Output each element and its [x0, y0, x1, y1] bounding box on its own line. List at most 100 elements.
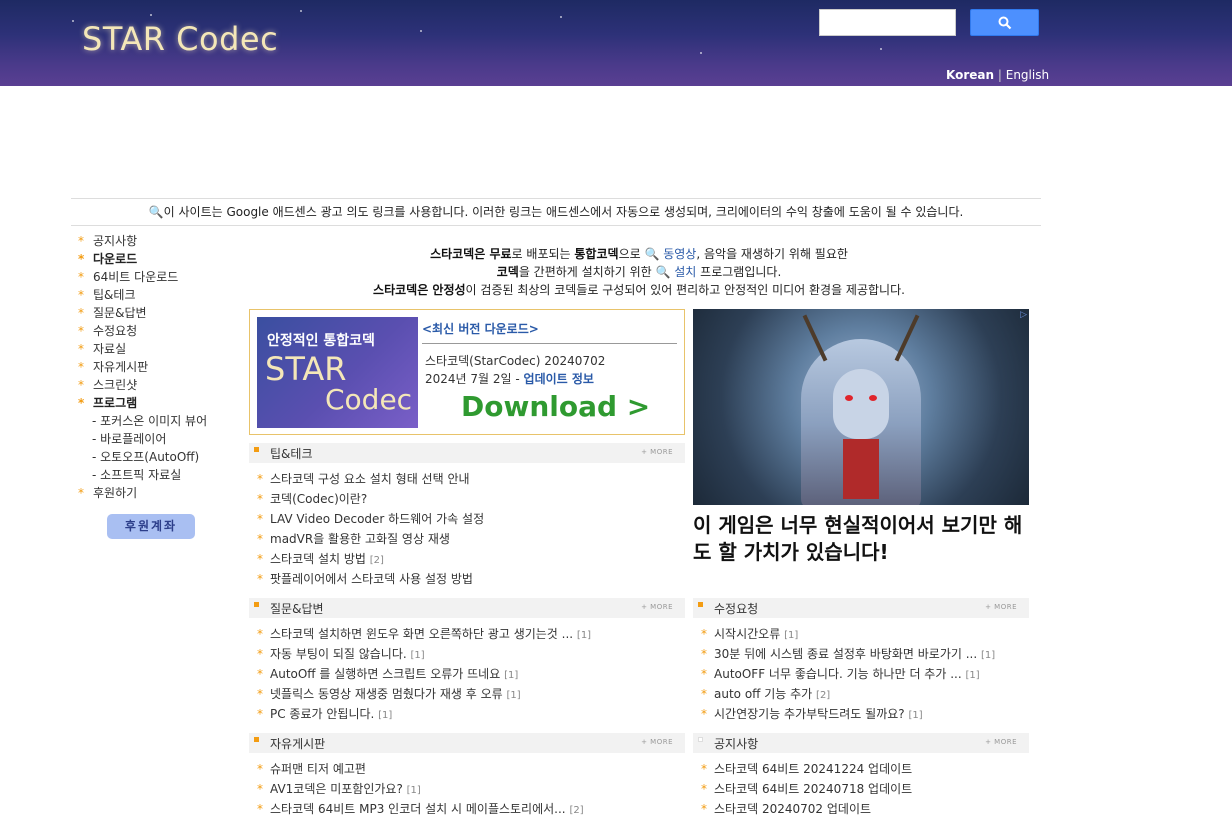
banner-codec: Codec	[325, 383, 413, 416]
lang-korean[interactable]: Korean	[946, 68, 994, 82]
sidebar-item-free-board[interactable]: * 자유게시판	[78, 358, 248, 376]
more-link[interactable]: + MORE	[641, 738, 673, 746]
starcodec-banner[interactable]: 안정적인 통합코덱 STAR Codec	[257, 317, 418, 428]
install-search-link[interactable]: 🔍 설치	[656, 265, 697, 279]
board-requests: 수정요청 + MORE * 시작시간오류 [1] * 30분 뒤에 시스템 종료 설정…	[693, 598, 1029, 724]
sidebar-item-screenshots[interactable]: * 스크린샷	[78, 376, 248, 394]
sidebar-item-label: 공지사항	[93, 234, 138, 248]
list-item[interactable]: * 넷플릭스 동영상 재생중 멈췄다가 재생 후 오류 [1]	[249, 684, 685, 704]
update-info-link[interactable]: 업데이트 정보	[524, 372, 594, 386]
list-item[interactable]: * 스타코덱 64비트 20240718 업데이트	[693, 779, 1029, 799]
list-item[interactable]: * AV1코덱은 미포함인가요? [1]	[249, 779, 685, 799]
post-title: 슈퍼맨 티저 예고편	[270, 762, 366, 776]
video-search-link[interactable]: 🔍 동영상	[644, 247, 696, 261]
list-item[interactable]: * 코덱(Codec)이란?	[249, 489, 685, 509]
board-title[interactable]: 질문&답변	[270, 600, 324, 617]
sidebar-item-download[interactable]: * 다운로드	[78, 250, 248, 268]
list-item[interactable]: * 시간연장기능 추가부탁드려도 될까요? [1]	[693, 704, 1029, 724]
list-item[interactable]: * 스타코덱 설치 방법 [2]	[249, 549, 685, 569]
intro-text: 스타코덱은 무료로 배포되는 통합코덱으로 🔍 동영상, 음악을 재생하기 위해…	[249, 245, 1029, 299]
sidebar-item-donate[interactable]: * 후원하기	[78, 484, 248, 502]
board-title[interactable]: 자유게시판	[270, 735, 325, 752]
list-item[interactable]: * 스타코덱 구성 요소 설치 형태 선택 안내	[249, 469, 685, 489]
sidebar-subitem-baroplayer[interactable]: - 바로플레이어	[78, 430, 248, 448]
bullet-icon: *	[257, 782, 263, 796]
list-item[interactable]: * AutoOff 를 실행하면 스크립트 오류가 뜨네요 [1]	[249, 664, 685, 684]
list-item[interactable]: * LAV Video Decoder 하드웨어 가속 설정	[249, 509, 685, 529]
bullet-icon: *	[78, 342, 84, 356]
list-item[interactable]: * 스타코덱 64비트 MP3 인코더 설치 시 메이플스토리에서... [2]	[249, 799, 685, 819]
more-link[interactable]: + MORE	[985, 603, 1017, 611]
board-header: 수정요청 + MORE	[693, 598, 1029, 618]
list-item[interactable]: * 스타코덱 20240702 업데이트	[693, 799, 1029, 819]
sidebar-item-label: 수정요청	[93, 324, 138, 338]
sidebar-subitem-autooff[interactable]: - 오토오프(AutoOff)	[78, 448, 248, 466]
sidebar-subitem-softpick[interactable]: - 소프트픽 자료실	[78, 466, 248, 484]
post-title: auto off 기능 추가	[714, 687, 817, 701]
ad-antler	[894, 314, 920, 362]
search-button[interactable]	[970, 9, 1039, 36]
sidebar-item-archive[interactable]: * 자료실	[78, 340, 248, 358]
bullet-icon: *	[257, 667, 263, 681]
download-button[interactable]: Download >	[461, 390, 650, 423]
post-title: PC 종료가 안됩니다.	[270, 707, 379, 721]
bullet-icon: *	[257, 572, 263, 586]
more-link[interactable]: + MORE	[641, 448, 673, 456]
sidebar-item-requests[interactable]: * 수정요청	[78, 322, 248, 340]
site-logo[interactable]: STAR Codec	[82, 20, 278, 58]
board-header: 자유게시판 + MORE	[249, 733, 685, 753]
list-item[interactable]: * AutoOFF 너무 좋습니다. 기능 하나만 더 추가 ... [1]	[693, 664, 1029, 684]
list-item[interactable]: * 스타코덱 64비트 20241224 업데이트	[693, 759, 1029, 779]
comment-count: [1]	[410, 650, 425, 661]
adsense-notice: 🔍이 사이트는 Google 애드센스 광고 의도 링크를 사용합니다. 이러한…	[71, 198, 1041, 226]
sidebar-item-notice[interactable]: * 공지사항	[78, 232, 248, 250]
post-title: 스타코덱 20240702 업데이트	[714, 802, 872, 816]
board-title[interactable]: 공지사항	[714, 735, 758, 752]
ad-headline[interactable]: 이 게임은 너무 현실적이어서 보기만 해도 할 가치가 있습니다!	[693, 512, 1033, 566]
lang-english[interactable]: English	[1006, 68, 1049, 82]
comment-count: [1]	[576, 630, 592, 641]
sidebar-subitem-focuson[interactable]: - 포커스온 이미지 뷰어	[78, 412, 248, 430]
bullet-icon: *	[701, 627, 707, 641]
more-link[interactable]: + MORE	[641, 603, 673, 611]
list-item[interactable]: * 자동 부팅이 되질 않습니다. [1]	[249, 644, 685, 664]
sidebar-item-label: 프로그램	[93, 396, 138, 410]
bullet-icon: *	[78, 306, 84, 320]
latest-version-link[interactable]: <최신 버전 다운로드>	[422, 320, 539, 337]
comment-count: [1]	[784, 630, 799, 641]
list-item[interactable]: * 팟플레이어에서 스타코덱 사용 설정 방법	[249, 569, 685, 589]
list-item[interactable]: * 슈퍼맨 티저 예고편	[249, 759, 685, 779]
board-title[interactable]: 팁&테크	[270, 445, 312, 462]
board-qa: 질문&답변 + MORE * 스타코덱 설치하면 윈도우 화면 오른쪽하단 광고 생…	[249, 598, 685, 724]
search-input[interactable]	[819, 9, 956, 36]
sidebar-item-64bit-download[interactable]: * 64비트 다운로드	[78, 268, 248, 286]
sidebar-item-qa[interactable]: * 질문&답변	[78, 304, 248, 322]
bullet-icon: *	[701, 687, 707, 701]
divider	[422, 343, 677, 344]
sidebar-item-programs[interactable]: * 프로그램	[78, 394, 248, 412]
ad-choices-icon[interactable]: ▷	[1020, 310, 1027, 320]
sidebar-item-tips[interactable]: * 팁&테크	[78, 286, 248, 304]
list-item[interactable]: * madVR을 활용한 고화질 영상 재생	[249, 529, 685, 549]
bullet-icon: *	[78, 324, 84, 338]
bullet-icon: *	[78, 288, 84, 302]
square-bullet-icon	[254, 602, 259, 607]
intro-text-part: 이 검증된 최상의 코덱들로 구성되어 있어 편리하고 안정적인 미디어 환경을…	[465, 283, 905, 297]
bullet-icon: *	[257, 762, 263, 776]
board-header: 공지사항 + MORE	[693, 733, 1029, 753]
intro-text-part: 스타코덱은	[430, 247, 490, 261]
board-title[interactable]: 수정요청	[714, 600, 758, 617]
list-item[interactable]: * 스타코덱 설치하면 윈도우 화면 오른쪽하단 광고 생기는것 ... [1]	[249, 624, 685, 644]
bullet-icon: *	[78, 486, 84, 500]
list-item[interactable]: * 시작시간오류 [1]	[693, 624, 1029, 644]
board-list: * 스타코덱 설치하면 윈도우 화면 오른쪽하단 광고 생기는것 ... [1] …	[249, 618, 685, 724]
list-item[interactable]: * PC 종료가 안됩니다. [1]	[249, 704, 685, 724]
bullet-icon: *	[78, 234, 84, 248]
comment-count: [2]	[369, 555, 384, 566]
donate-account-button[interactable]: 후원계좌	[107, 514, 195, 539]
list-item[interactable]: * 30분 뒤에 시스템 종료 설정후 바탕화면 바로가기 ... [1]	[693, 644, 1029, 664]
list-item[interactable]: * auto off 기능 추가 [2]	[693, 684, 1029, 704]
intro-text-part: 무료	[489, 247, 512, 261]
ad-image[interactable]: ▷	[693, 309, 1029, 505]
more-link[interactable]: + MORE	[985, 738, 1017, 746]
